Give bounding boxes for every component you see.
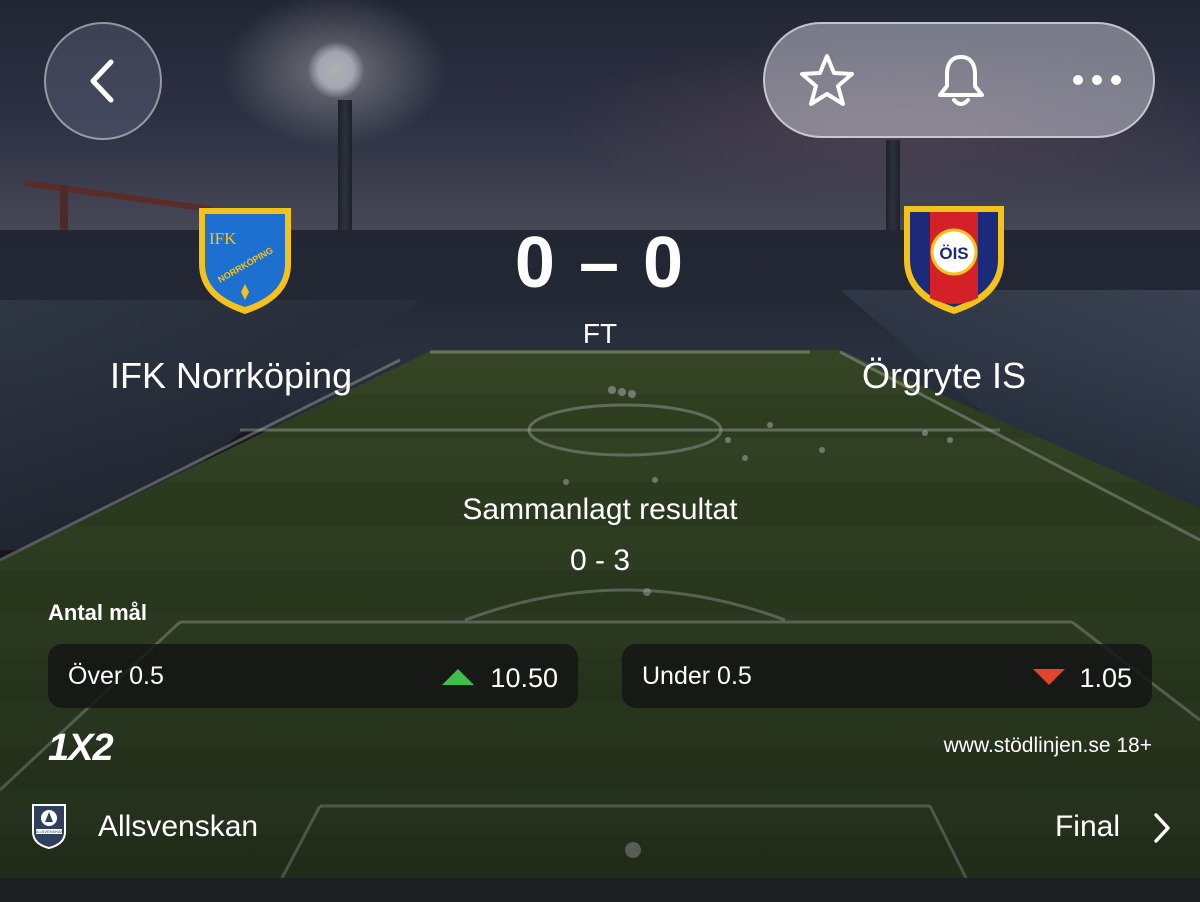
allsvenskan-logo-icon: ALLSVENSKAN: [30, 802, 68, 855]
market-title: Antal mål: [48, 600, 148, 625]
home-team-name[interactable]: IFK Norrköping: [110, 355, 352, 397]
chevron-right-icon: [1154, 813, 1170, 843]
odds-value: 10.50: [490, 663, 558, 693]
trend-up-icon: [442, 669, 474, 685]
more-options-button[interactable]: [1065, 48, 1129, 112]
back-button[interactable]: [44, 22, 162, 140]
notifications-button[interactable]: [929, 48, 993, 112]
odds-button-over[interactable]: Över 0.5 10.50: [48, 644, 578, 708]
trend-down-icon: [1033, 669, 1065, 685]
bookmaker-logo[interactable]: 1X2: [48, 726, 134, 771]
chevron-left-icon: [90, 59, 114, 103]
bottom-bar: [0, 878, 1200, 902]
odds-value: 1.05: [1079, 663, 1132, 693]
league-name: Allsvenskan: [98, 810, 259, 843]
aggregate-label: Sammanlagt resultat: [462, 493, 738, 526]
aggregate-score: 0 - 3: [569, 544, 631, 577]
odds-button-under[interactable]: Under 0.5 1.05: [622, 644, 1152, 708]
round-name: Final: [1054, 810, 1120, 843]
away-team-logo[interactable]: ÖIS: [900, 200, 1008, 323]
odds-label: Under 0.5: [642, 662, 752, 690]
star-icon: [800, 54, 854, 106]
match-status: FT: [582, 318, 618, 349]
favorite-button[interactable]: [795, 48, 859, 112]
league-badge-text: ALLSVENSKAN: [35, 829, 64, 834]
home-team-logo[interactable]: IFK NORRKÖPING: [195, 204, 295, 323]
odds-label: Över 0.5: [68, 662, 164, 690]
away-team-name[interactable]: Örgryte IS: [862, 355, 1026, 397]
league-row[interactable]: ALLSVENSKAN Allsvenskan Final: [0, 796, 1200, 858]
match-actions: [763, 22, 1155, 138]
more-horizontal-icon: [1073, 75, 1121, 85]
bookmaker-name: 1X2: [48, 727, 113, 766]
match-score: 0 – 0: [514, 223, 686, 303]
bell-icon: [938, 55, 984, 106]
away-logo-text: ÖIS: [939, 244, 968, 263]
responsible-gambling-link[interactable]: www.stödlinjen.se 18+: [944, 734, 1152, 758]
home-logo-text-top: IFK: [209, 229, 237, 248]
